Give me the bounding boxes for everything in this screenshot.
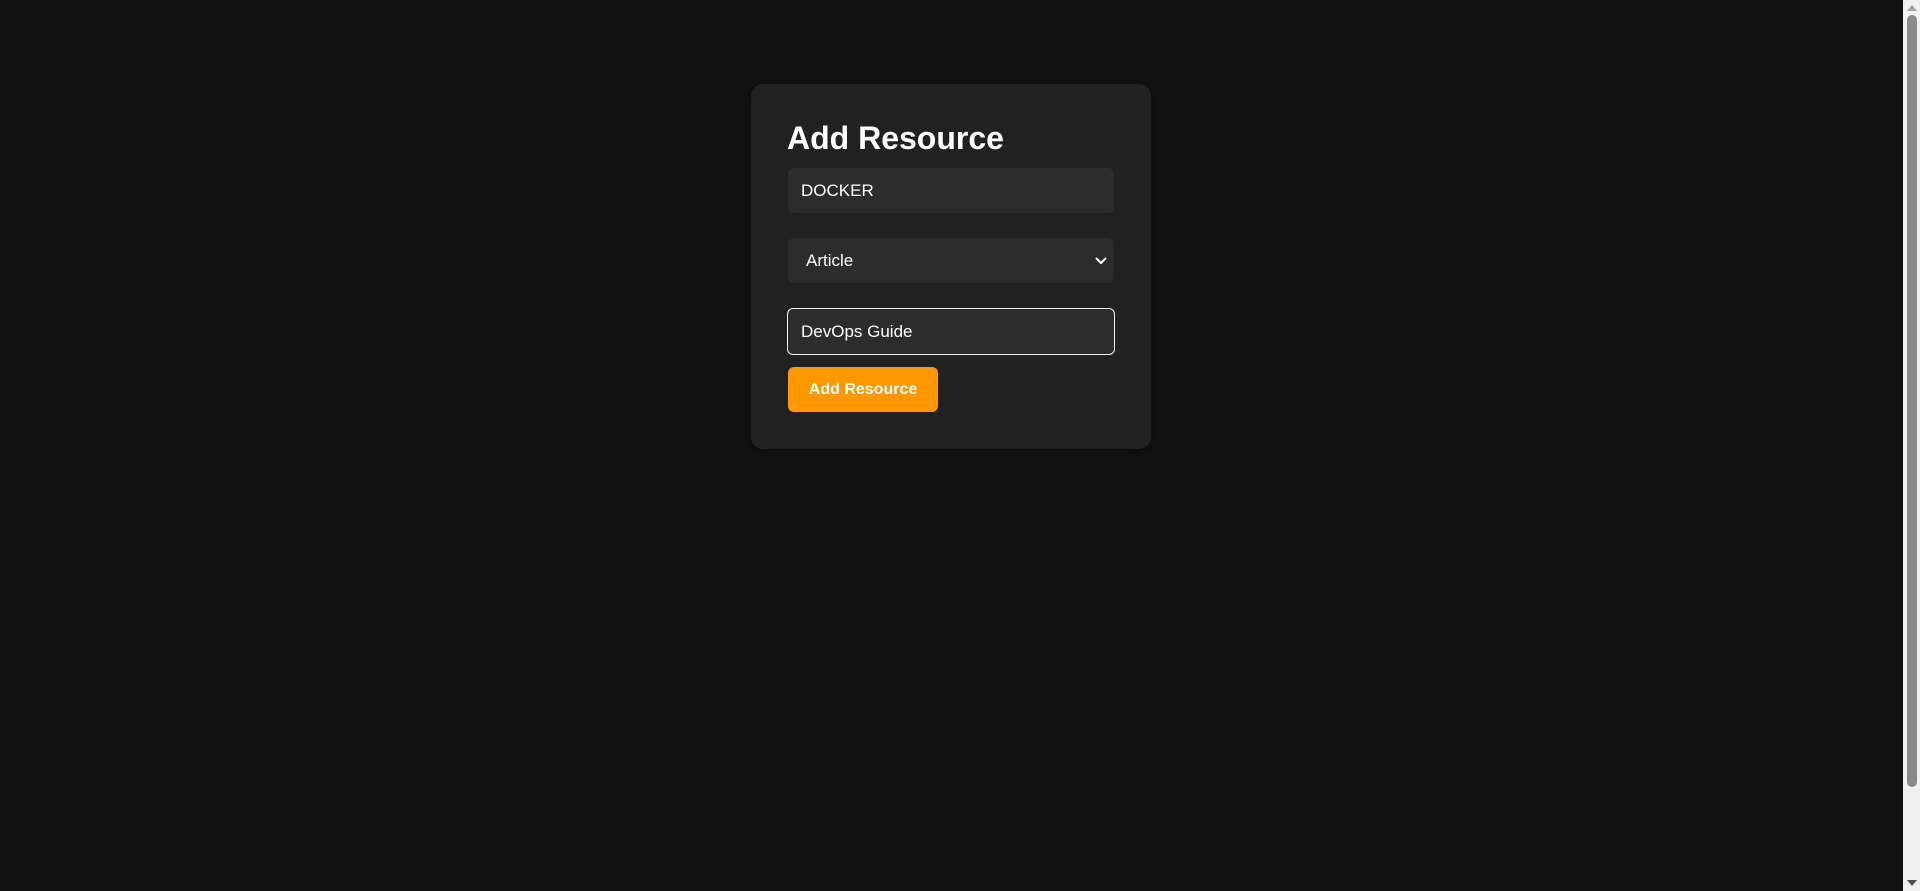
- form-title: Add Resource: [787, 120, 1004, 156]
- page: Add Resource DOCKER Article DevOps Guide…: [0, 0, 1920, 891]
- resource-link-input[interactable]: DevOps Guide: [787, 308, 1115, 355]
- chevron-down-icon: [1095, 255, 1107, 267]
- resource-link-value: DevOps Guide: [801, 321, 913, 341]
- vertical-scrollbar[interactable]: [1903, 0, 1920, 891]
- add-resource-button[interactable]: Add Resource: [788, 367, 938, 412]
- scroll-up-icon[interactable]: [1907, 5, 1917, 11]
- resource-type-value: Article: [806, 250, 854, 270]
- resource-name-value: DOCKER: [801, 180, 874, 200]
- scrollbar-thumb[interactable]: [1907, 15, 1917, 787]
- resource-name-input[interactable]: DOCKER: [788, 168, 1114, 213]
- resource-type-select[interactable]: Article: [788, 238, 1114, 283]
- scroll-down-icon[interactable]: [1907, 880, 1917, 886]
- add-resource-card: Add Resource DOCKER Article DevOps Guide…: [751, 84, 1151, 449]
